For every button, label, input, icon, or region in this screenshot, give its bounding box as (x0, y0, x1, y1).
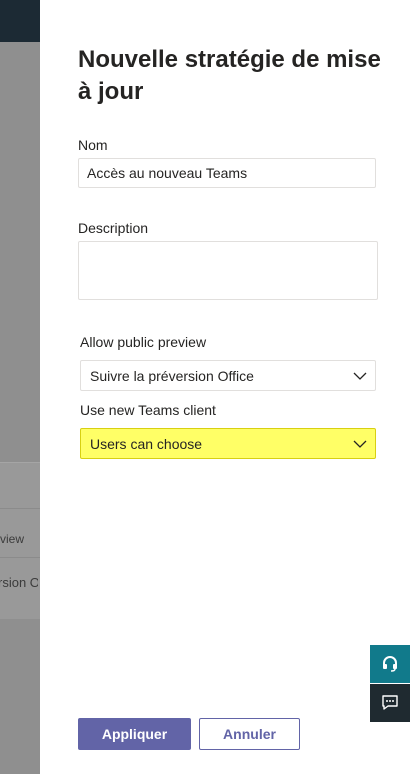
panel-title: Nouvelle stratégie de mise à jour (78, 46, 381, 105)
background-row-value: rsion O (0, 575, 38, 590)
background-column-header: view (0, 532, 25, 546)
background-divider (0, 557, 40, 558)
public-preview-dropdown[interactable]: Suivre la préversion Office (80, 360, 376, 391)
name-label: Nom (78, 137, 108, 153)
chat-feedback-icon (382, 695, 398, 710)
apply-button[interactable]: Appliquer (78, 718, 191, 750)
chevron-down-icon (353, 372, 367, 380)
chevron-down-icon (353, 440, 367, 448)
name-input[interactable] (78, 158, 376, 188)
background-divider (0, 508, 40, 509)
help-widget-button[interactable] (370, 645, 410, 683)
new-teams-client-dropdown[interactable]: Users can choose (80, 428, 376, 459)
cancel-button[interactable]: Annuler (199, 718, 300, 750)
description-label: Description (78, 220, 149, 236)
background-app: view rsion O (0, 0, 40, 774)
feedback-widget-button[interactable] (370, 684, 410, 722)
new-update-policy-panel: Nouvelle stratégie de mise à jour Nom De… (40, 0, 417, 774)
background-table-card: view rsion O (0, 462, 40, 619)
public-preview-selected: Suivre la préversion Office (90, 368, 254, 384)
description-textarea[interactable] (78, 241, 378, 300)
new-teams-client-selected: Users can choose (90, 436, 203, 452)
background-top-bar (0, 0, 40, 42)
public-preview-label: Allow public preview (80, 334, 207, 350)
headset-icon (383, 656, 397, 672)
new-teams-client-label: Use new Teams client (80, 402, 216, 418)
